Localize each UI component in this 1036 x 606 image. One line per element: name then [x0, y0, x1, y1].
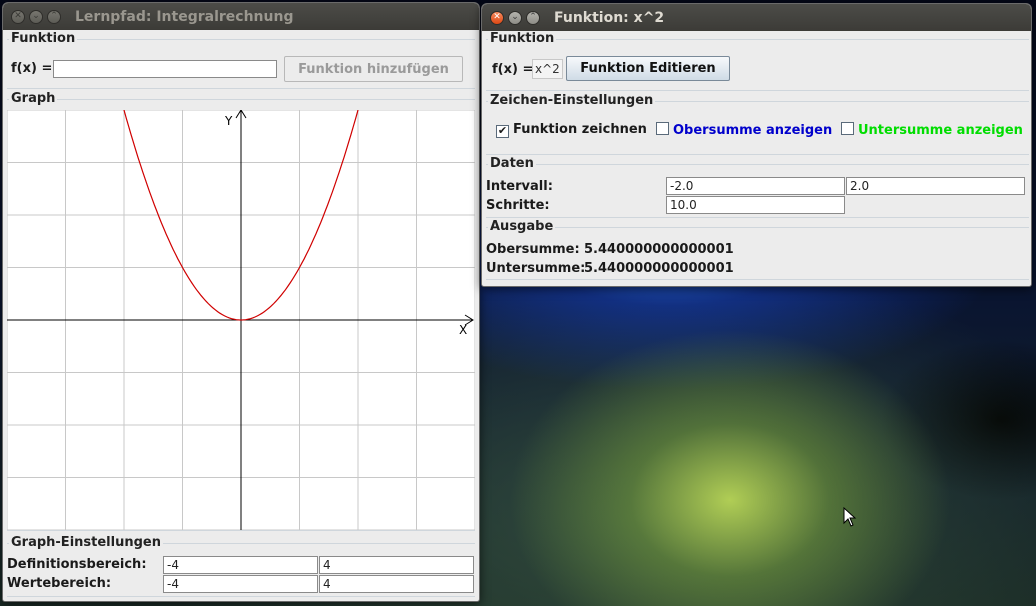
group-title: Funktion: [9, 31, 78, 46]
lernpfad-window: ✕ ⌄ ⌃ Lernpfad: Integralrechnung Funktio…: [2, 2, 480, 602]
graph-settings-group: Graph-Einstellungen Definitionsbereich: …: [7, 535, 475, 597]
draw-function-checkbox[interactable]: ✔ Funktion zeichnen: [496, 122, 647, 138]
minimize-icon[interactable]: ⌄: [29, 9, 43, 24]
obersumme-value: 5.440000000000001: [584, 242, 734, 257]
mouse-cursor-icon: [843, 507, 857, 527]
schritte-input[interactable]: [666, 196, 845, 214]
maximize-icon[interactable]: ⌃: [526, 10, 540, 25]
draw-function-label: Funktion zeichnen: [513, 122, 647, 137]
group-title: Funktion: [488, 31, 557, 46]
graph-group: Graph X Y: [7, 91, 475, 531]
group-title: Zeichen-Einstellungen: [488, 93, 656, 108]
funktion-group: Funktion f(x) = Funktion hinzufügen: [7, 31, 475, 89]
x-axis-label: X: [459, 323, 467, 337]
fx-label: f(x) =: [492, 62, 534, 77]
close-icon[interactable]: ✕: [490, 10, 504, 25]
function-value: x^2: [532, 59, 563, 79]
group-title: Ausgabe: [488, 219, 556, 234]
minimize-icon[interactable]: ⌄: [508, 10, 522, 25]
graph-canvas[interactable]: X Y: [7, 110, 475, 530]
obersumme-label: Obersumme:: [486, 242, 580, 257]
definitionsbereich-min-input[interactable]: [163, 556, 318, 574]
funktion-group: Funktion f(x) = x^2 Funktion Editieren: [486, 31, 1029, 91]
definitionsbereich-label: Definitionsbereich:: [7, 557, 147, 572]
maximize-icon[interactable]: ⌃: [47, 9, 61, 24]
checkbox-box-icon: [841, 122, 854, 135]
fx-label: f(x) =: [11, 61, 53, 76]
window-title: Funktion: x^2: [554, 9, 665, 26]
function-input[interactable]: [53, 60, 277, 78]
funktion-titlebar[interactable]: ✕ ⌄ ⌃ Funktion: x^2: [482, 4, 1031, 31]
intervall-label: Intervall:: [486, 179, 553, 194]
show-untersumme-label: Untersumme anzeigen: [858, 123, 1023, 138]
show-obersumme-label: Obersumme anzeigen: [673, 123, 833, 138]
close-icon[interactable]: ✕: [11, 9, 25, 24]
group-title: Graph-Einstellungen: [9, 535, 163, 550]
wertebereich-label: Wertebereich:: [7, 576, 112, 591]
window-title: Lernpfad: Integralrechnung: [75, 8, 294, 25]
edit-function-button[interactable]: Funktion Editieren: [566, 56, 730, 81]
group-title: Graph: [9, 91, 58, 106]
ausgabe-group: Ausgabe Obersumme: 5.440000000000001 Unt…: [486, 219, 1029, 280]
lernpfad-titlebar[interactable]: ✕ ⌄ ⌃ Lernpfad: Integralrechnung: [3, 3, 479, 30]
zeichen-settings-group: Zeichen-Einstellungen ✔ Funktion zeichnen…: [486, 93, 1029, 155]
wertebereich-min-input[interactable]: [163, 575, 318, 593]
untersumme-label: Untersumme:: [486, 261, 586, 276]
graph-svg: X Y: [7, 110, 475, 530]
funktion-window: ✕ ⌄ ⌃ Funktion: x^2 Funktion f(x) = x^2 …: [481, 3, 1032, 287]
intervall-max-input[interactable]: [846, 177, 1025, 195]
schritte-label: Schritte:: [486, 198, 550, 213]
y-axis-label: Y: [224, 114, 233, 128]
checkmark-icon: ✔: [496, 124, 509, 138]
add-function-button[interactable]: Funktion hinzufügen: [284, 56, 463, 82]
wertebereich-max-input[interactable]: [319, 575, 474, 593]
daten-group: Daten Intervall: Schritte:: [486, 156, 1029, 218]
checkbox-box-icon: [656, 122, 669, 135]
untersumme-value: 5.440000000000001: [584, 261, 734, 276]
group-title: Daten: [488, 156, 536, 171]
intervall-min-input[interactable]: [666, 177, 845, 195]
definitionsbereich-max-input[interactable]: [319, 556, 474, 574]
show-untersumme-checkbox[interactable]: Untersumme anzeigen: [841, 122, 1023, 138]
show-obersumme-checkbox[interactable]: Obersumme anzeigen: [656, 122, 832, 138]
